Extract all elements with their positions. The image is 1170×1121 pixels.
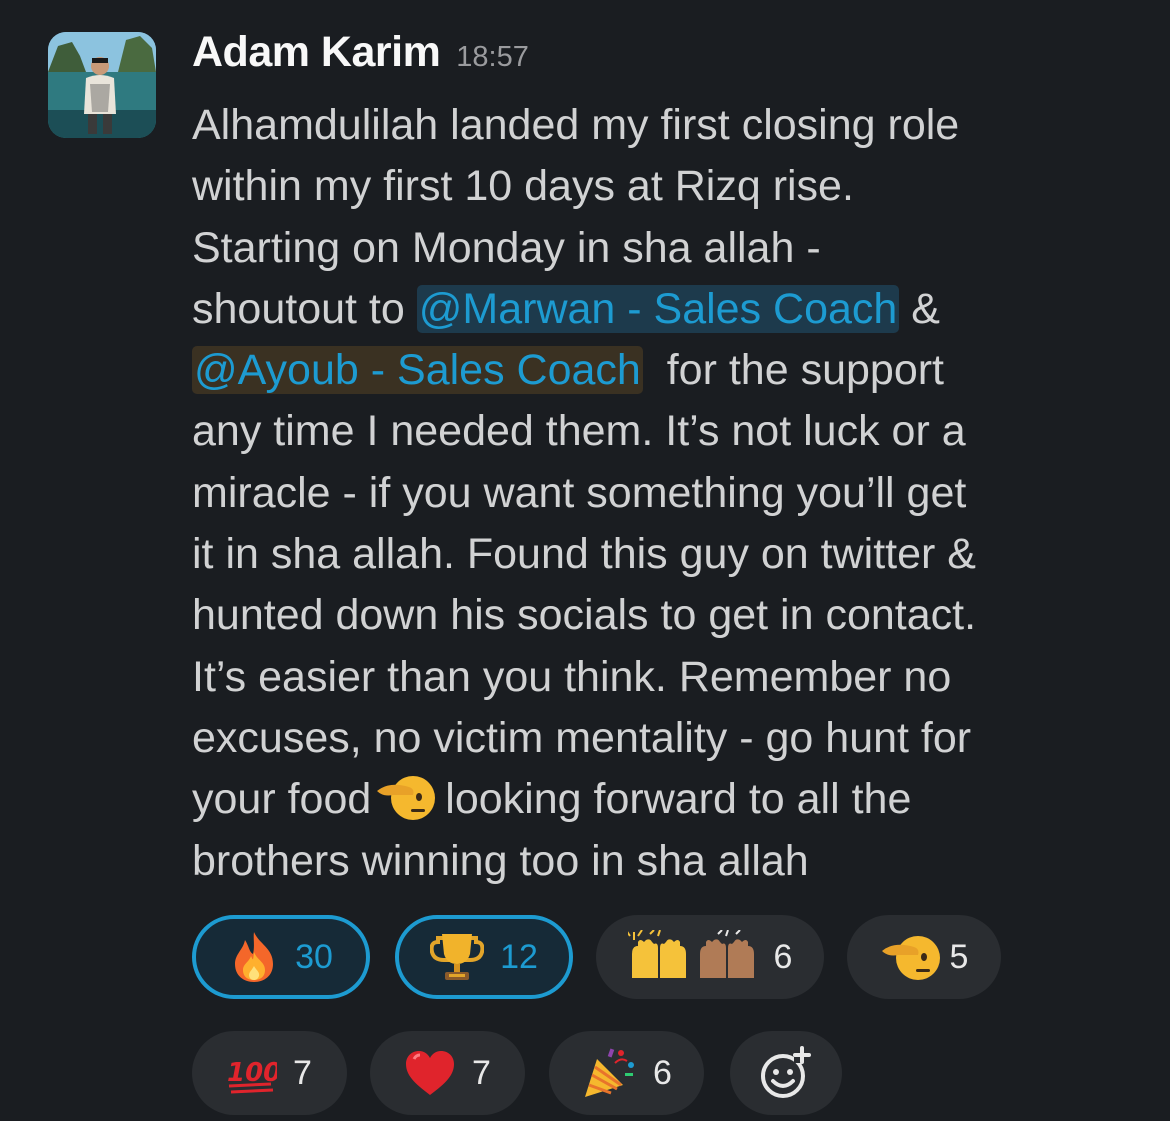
- reaction-party-popper[interactable]: 6: [549, 1031, 704, 1115]
- message-line: shoutout to @Marwan - Sales Coach &: [192, 279, 1142, 340]
- reaction-count: 6: [653, 1053, 672, 1092]
- message-text: looking forward to all the: [445, 775, 912, 824]
- party-popper-icon: [581, 1045, 637, 1101]
- message-timestamp[interactable]: 18:57: [456, 41, 529, 74]
- mention-ayoub[interactable]: @Ayoub - Sales Coach: [192, 346, 643, 395]
- message-line: excuses, no victim mentality - go hunt f…: [192, 713, 972, 762]
- message-text: for the support: [642, 346, 944, 395]
- reaction-saluting-face[interactable]: 5: [847, 915, 1001, 999]
- reaction-count: 30: [295, 937, 333, 976]
- saluting-face-icon: [375, 771, 437, 823]
- message-header: Adam Karim 18:57: [192, 28, 1142, 98]
- raised-hands-medium-skin-icon: [696, 930, 758, 984]
- reaction-trophy[interactable]: 12: [395, 915, 573, 999]
- reaction-count: 12: [500, 937, 538, 976]
- message-line: any time I needed them. It’s not luck or…: [192, 407, 966, 456]
- hundred-points-icon: 100: [227, 1051, 277, 1095]
- message: Adam Karim 18:57 Alhamdulilah landed my …: [0, 0, 1170, 1121]
- reaction-count: 5: [949, 937, 969, 976]
- avatar-photo: [48, 32, 156, 138]
- trophy-icon: [430, 930, 485, 984]
- author-name[interactable]: Adam Karim: [192, 28, 441, 77]
- reaction-fire[interactable]: 30: [192, 915, 370, 999]
- mention-marwan[interactable]: @Marwan - Sales Coach: [416, 284, 900, 333]
- message-line: brothers winning too in sha allah: [192, 836, 809, 885]
- message-text: your food: [192, 775, 372, 824]
- message-line: Alhamdulilah landed my first closing rol…: [192, 101, 960, 149]
- message-text: shoutout to: [192, 284, 417, 333]
- message-line: It’s easier than you think. Remember no: [192, 652, 952, 701]
- avatar[interactable]: [48, 32, 156, 138]
- message-line: your food looking forward to all the: [192, 769, 1142, 830]
- raised-hands-icon: [627, 930, 690, 984]
- reaction-count: 7: [472, 1053, 491, 1092]
- reaction-raised-hands[interactable]: 6: [596, 915, 824, 999]
- reaction-count: 7: [293, 1053, 312, 1092]
- message-line: miracle - if you want something you’ll g…: [192, 468, 967, 517]
- message-body: Alhamdulilah landed my first closing rol…: [192, 95, 1142, 892]
- add-reaction-button[interactable]: [730, 1031, 842, 1115]
- reaction-red-heart[interactable]: 7: [370, 1031, 525, 1115]
- reaction-hundred-points[interactable]: 100 7: [192, 1031, 347, 1115]
- message-line: hunted down his socials to get in contac…: [192, 591, 977, 640]
- fire-icon: [229, 930, 279, 984]
- add-reaction-icon: [758, 1045, 814, 1101]
- message-line: within my first 10 days at Rizq rise.: [192, 162, 854, 211]
- message-line: it in sha allah. Found this guy on twitt…: [192, 530, 976, 579]
- message-content: Adam Karim 18:57 Alhamdulilah landed my …: [192, 28, 1142, 892]
- message-line: @Ayoub - Sales Coach for the support: [192, 340, 1142, 401]
- saluting-face-icon: [880, 931, 942, 983]
- message-line: Starting on Monday in sha allah -: [192, 223, 821, 272]
- reaction-count: 6: [773, 937, 793, 976]
- red-heart-icon: [404, 1049, 456, 1097]
- message-text: &: [899, 284, 940, 333]
